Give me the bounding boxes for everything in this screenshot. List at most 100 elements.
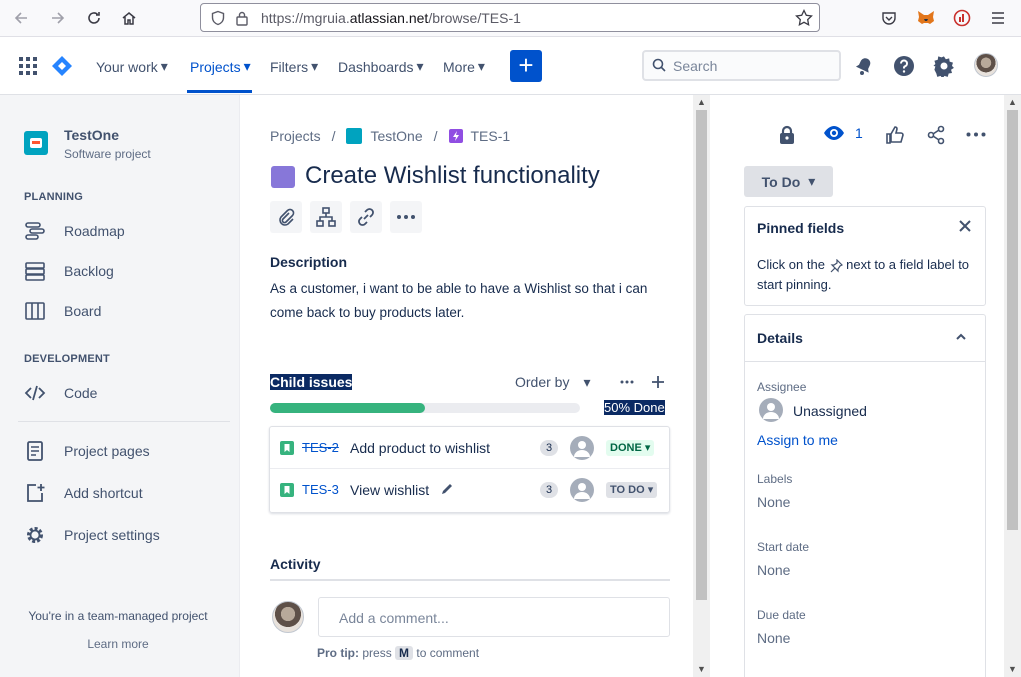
shield-icon[interactable] xyxy=(210,10,226,26)
sidebar-item-label: Roadmap xyxy=(64,223,125,239)
chevron-down-icon: ▾ xyxy=(160,58,168,74)
attach-button[interactable] xyxy=(270,201,302,233)
details-divider xyxy=(745,361,985,362)
list-item[interactable]: TES-3 View wishlist 3 TO DO ▾ xyxy=(270,469,669,511)
scroll-down-arrow-icon[interactable]: ▼ xyxy=(697,664,706,674)
home-icon[interactable] xyxy=(117,6,141,30)
breadcrumb-project[interactable]: TestOne xyxy=(370,128,422,144)
issue-title[interactable]: Create Wishlist functionality xyxy=(305,162,600,190)
issue-summary[interactable]: Add product to wishlist xyxy=(350,440,490,456)
help-icon[interactable] xyxy=(893,55,915,77)
reload-icon[interactable] xyxy=(82,6,106,30)
more-dots-icon xyxy=(397,215,415,219)
add-child-plus-icon[interactable] xyxy=(651,375,665,389)
hamburger-menu-icon[interactable] xyxy=(986,6,1010,30)
sidebar-item-backlog[interactable]: Backlog xyxy=(24,261,114,281)
metamask-fox-icon[interactable] xyxy=(914,6,938,30)
details-heading[interactable]: Details xyxy=(757,330,803,346)
assignee-value[interactable]: Unassigned xyxy=(793,403,867,419)
close-icon[interactable] xyxy=(958,219,972,233)
project-avatar[interactable] xyxy=(24,131,48,155)
assignee-avatar[interactable] xyxy=(570,436,594,460)
bookmark-star-icon[interactable] xyxy=(795,9,813,27)
status-badge[interactable]: TO DO ▾ xyxy=(606,482,658,498)
comment-input[interactable]: Add a comment... xyxy=(318,597,670,637)
jira-logo-icon[interactable] xyxy=(51,55,73,77)
sidebar-item-project-pages[interactable]: Project pages xyxy=(24,441,150,461)
sidebar-item-project-settings[interactable]: Project settings xyxy=(24,525,160,545)
more-dots-icon[interactable] xyxy=(966,132,986,137)
breadcrumb-projects[interactable]: Projects xyxy=(270,128,321,144)
page-icon xyxy=(24,441,46,461)
forward-icon[interactable] xyxy=(46,6,70,30)
search-input[interactable]: Search xyxy=(642,50,841,81)
app-switcher-icon[interactable] xyxy=(19,57,37,75)
nav-projects[interactable]: Projects ▾ xyxy=(190,58,251,75)
notifications-bell-icon[interactable] xyxy=(854,56,874,76)
order-by-dropdown[interactable]: Order by ▾ xyxy=(515,374,591,391)
order-by-label: Order by xyxy=(515,374,570,390)
link-issue-button[interactable] xyxy=(350,201,382,233)
lock-icon[interactable] xyxy=(235,10,249,26)
extension-chart-icon[interactable] xyxy=(950,6,974,30)
sidebar-item-roadmap[interactable]: Roadmap xyxy=(24,221,125,241)
lock-restrictions-icon[interactable] xyxy=(778,125,796,145)
breadcrumb-issue[interactable]: TES-1 xyxy=(471,128,511,144)
sidebar-item-board[interactable]: Board xyxy=(24,301,101,321)
chevron-up-icon[interactable] xyxy=(955,332,967,342)
search-placeholder: Search xyxy=(673,58,718,74)
url-text[interactable]: https://mgruia.atlassian.net/browse/TES-… xyxy=(261,10,521,26)
issue-summary[interactable]: View wishlist xyxy=(350,482,429,498)
scroll-up-arrow-icon[interactable]: ▲ xyxy=(697,97,706,107)
paperclip-icon xyxy=(277,208,295,226)
status-transition-button[interactable]: To Do ▾ xyxy=(744,166,833,197)
sidebar-item-code[interactable]: Code xyxy=(24,383,97,403)
chevron-down-icon: ▾ xyxy=(644,442,651,454)
issue-key[interactable]: TES-2 xyxy=(302,440,339,455)
settings-gear-icon[interactable] xyxy=(933,55,955,77)
main-scrollbar-thumb[interactable] xyxy=(696,110,707,600)
share-icon[interactable] xyxy=(926,125,946,145)
progress-fill xyxy=(270,403,425,413)
issue-key[interactable]: TES-3 xyxy=(302,482,339,497)
description-text[interactable]: As a customer, i want to be able to have… xyxy=(270,277,670,325)
story-bookmark-icon xyxy=(280,441,294,455)
learn-more-link[interactable]: Learn more xyxy=(0,637,236,651)
pencil-edit-icon[interactable] xyxy=(440,482,454,496)
child-issues-list: TES-2 Add product to wishlist 3 DONE ▾ T… xyxy=(269,426,670,513)
pocket-icon[interactable] xyxy=(877,6,901,30)
planning-heading: PLANNING xyxy=(24,191,84,203)
nav-dashboards[interactable]: Dashboards ▾ xyxy=(338,58,424,75)
nav-more[interactable]: More ▾ xyxy=(443,58,485,75)
url-bar[interactable]: https://mgruia.atlassian.net/browse/TES-… xyxy=(200,3,820,32)
list-item[interactable]: TES-2 Add product to wishlist 3 DONE ▾ xyxy=(270,427,669,469)
gear-icon xyxy=(24,525,46,545)
start-date-value[interactable]: None xyxy=(757,562,790,578)
assignee-avatar[interactable] xyxy=(570,478,594,502)
sidebar-item-label: Project pages xyxy=(64,443,150,459)
create-button[interactable]: + xyxy=(510,50,542,82)
status-badge[interactable]: DONE ▾ xyxy=(606,440,655,456)
project-name[interactable]: TestOne xyxy=(64,127,119,143)
activity-heading: Activity xyxy=(270,556,321,572)
nav-projects-label: Projects xyxy=(190,58,241,75)
sidebar-item-add-shortcut[interactable]: Add shortcut xyxy=(24,483,143,503)
assign-to-me-link[interactable]: Assign to me xyxy=(757,432,838,448)
more-actions-button[interactable] xyxy=(390,201,422,233)
nav-your-work[interactable]: Your work ▾ xyxy=(96,58,168,75)
scroll-up-arrow-icon[interactable]: ▲ xyxy=(1008,97,1017,107)
child-more-icon[interactable] xyxy=(620,380,634,384)
scroll-down-arrow-icon[interactable]: ▼ xyxy=(1008,664,1017,674)
labels-label: Labels xyxy=(757,472,793,486)
chevron-down-icon: ▾ xyxy=(416,58,424,74)
labels-value[interactable]: None xyxy=(757,494,790,510)
user-avatar[interactable] xyxy=(974,53,998,77)
hierarchy-icon xyxy=(316,207,336,227)
thumbs-up-icon[interactable] xyxy=(885,125,905,145)
nav-filters[interactable]: Filters ▾ xyxy=(270,58,318,75)
child-issue-button[interactable] xyxy=(310,201,342,233)
watch-button[interactable]: 1 xyxy=(823,125,863,141)
panel-scrollbar-thumb[interactable] xyxy=(1007,110,1018,530)
back-icon[interactable] xyxy=(9,6,33,30)
due-date-value[interactable]: None xyxy=(757,630,790,646)
